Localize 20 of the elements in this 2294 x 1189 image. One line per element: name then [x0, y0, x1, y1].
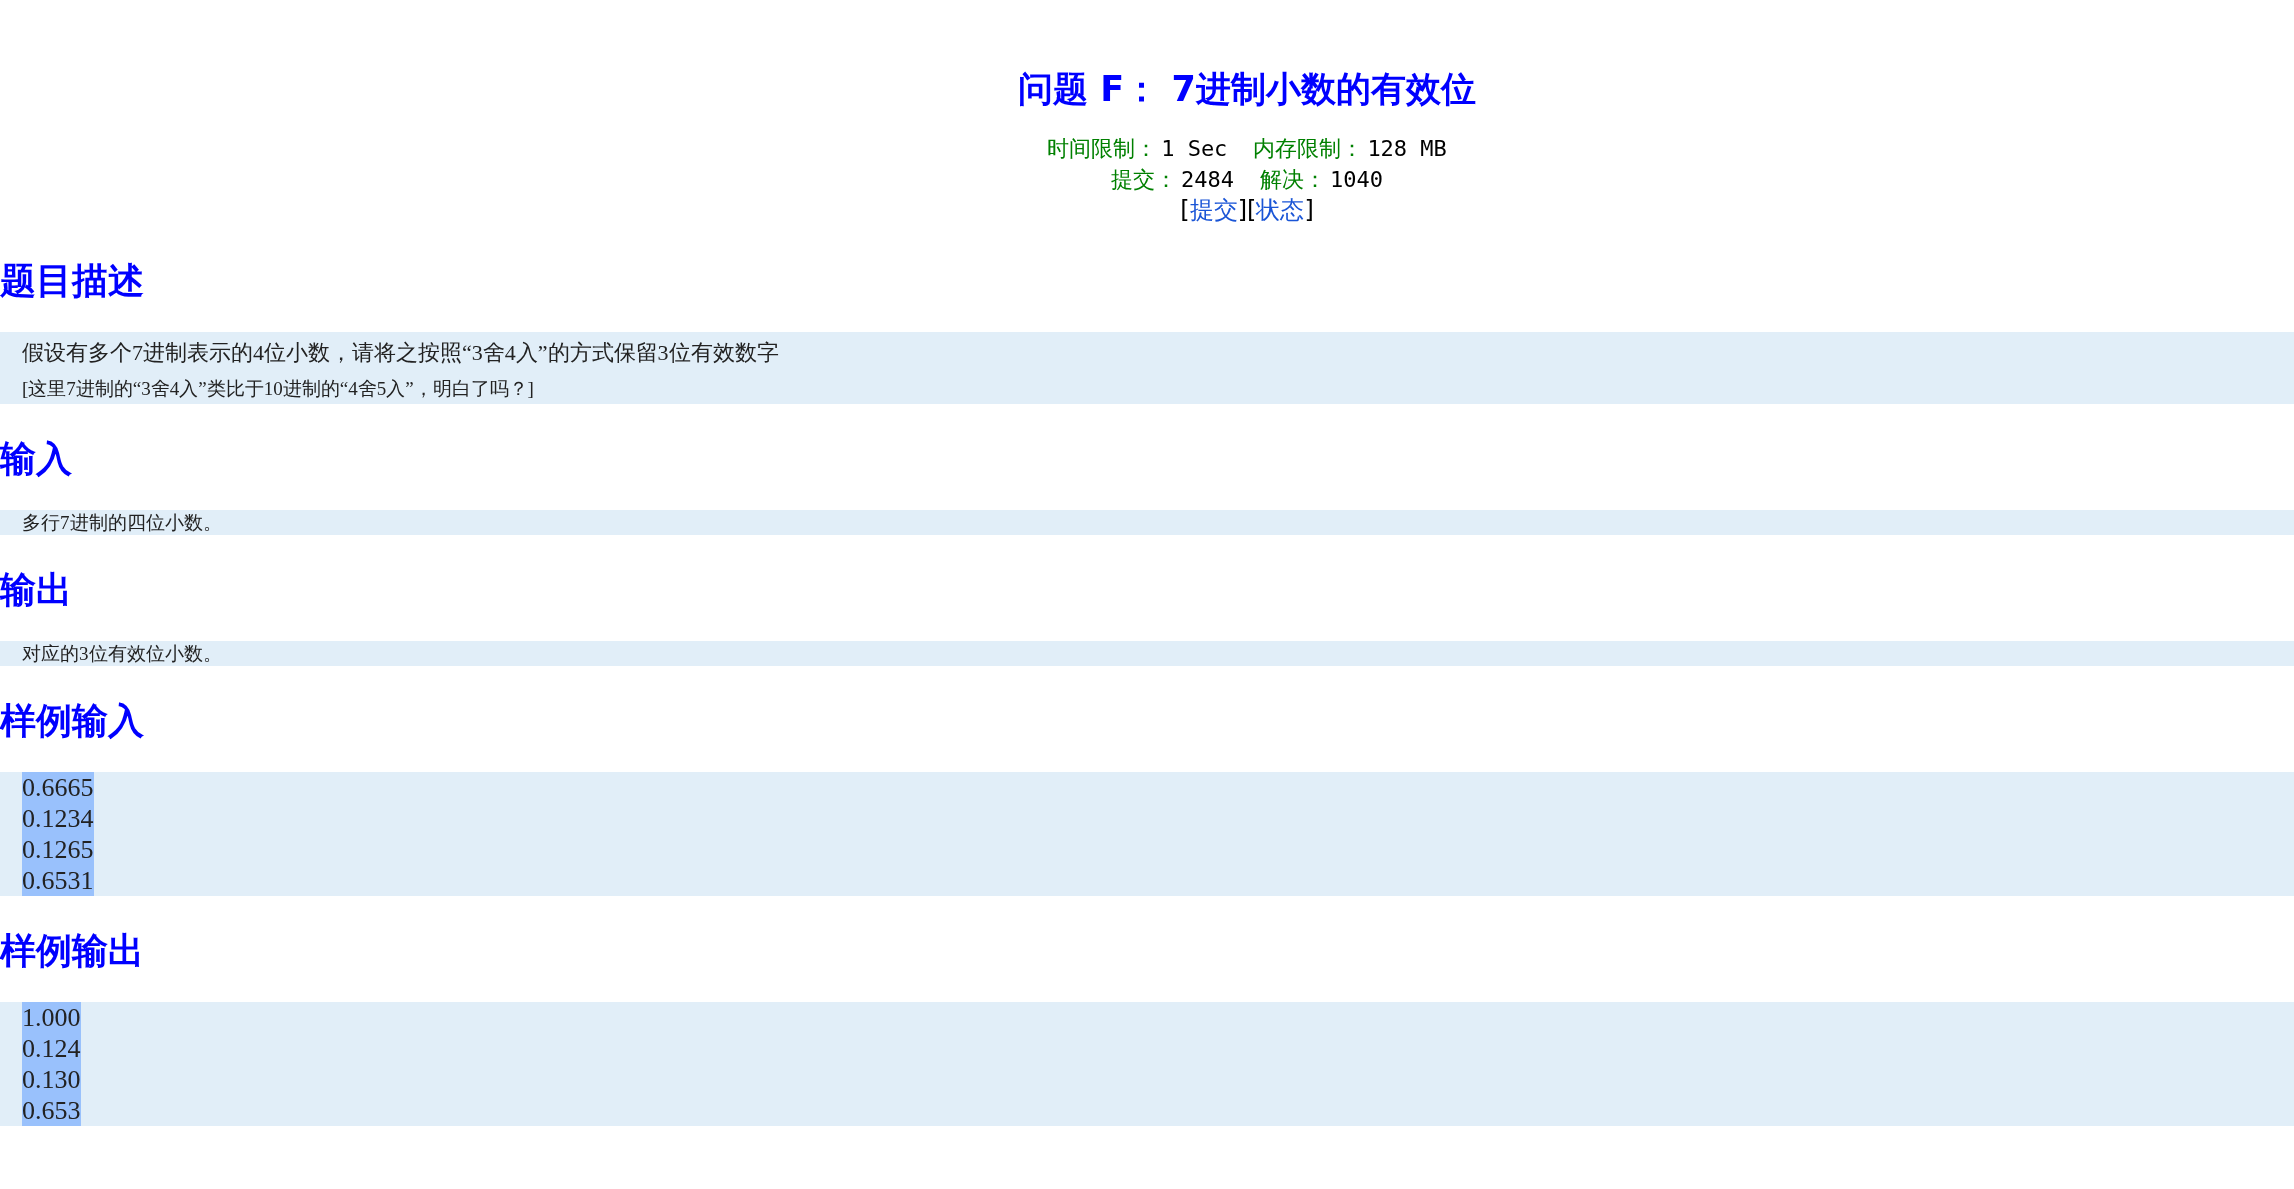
section-heading: 题目描述: [0, 259, 145, 303]
bracket: ]: [1237, 195, 1247, 226]
description-text: 假设有多个7进制表示的4位小数，请将之按照“3舍4入”的方式保留3位有效数字: [22, 339, 779, 367]
problem-title: 问题 F： 7进制小数的有效位: [1018, 68, 1476, 111]
limit-value: 128 MB: [1367, 135, 1447, 163]
bracket: ]: [1304, 195, 1314, 226]
limit-value: 1 Sec: [1161, 135, 1228, 163]
bracket: [: [1180, 195, 1190, 226]
stat-label: 提交：: [1111, 166, 1177, 194]
stat-value: 2484: [1181, 166, 1234, 194]
limit-label: 时间限制：: [1047, 135, 1158, 163]
bracket: [: [1247, 195, 1257, 226]
stat-label: 解决：: [1260, 166, 1326, 194]
nav-link[interactable]: 提交: [1189, 195, 1238, 226]
limit-label: 内存限制：: [1253, 135, 1364, 163]
nav-link[interactable]: 状态: [1256, 195, 1305, 226]
description-text: [这里7进制的“3舍4入”类比于10进制的“4舍5入”，明白了吗？]: [22, 377, 534, 401]
stat-value: 1040: [1330, 166, 1383, 194]
description-text: 多行7进制的四位小数。: [22, 511, 222, 535]
description-text: 对应的3位有效位小数。: [22, 642, 222, 666]
